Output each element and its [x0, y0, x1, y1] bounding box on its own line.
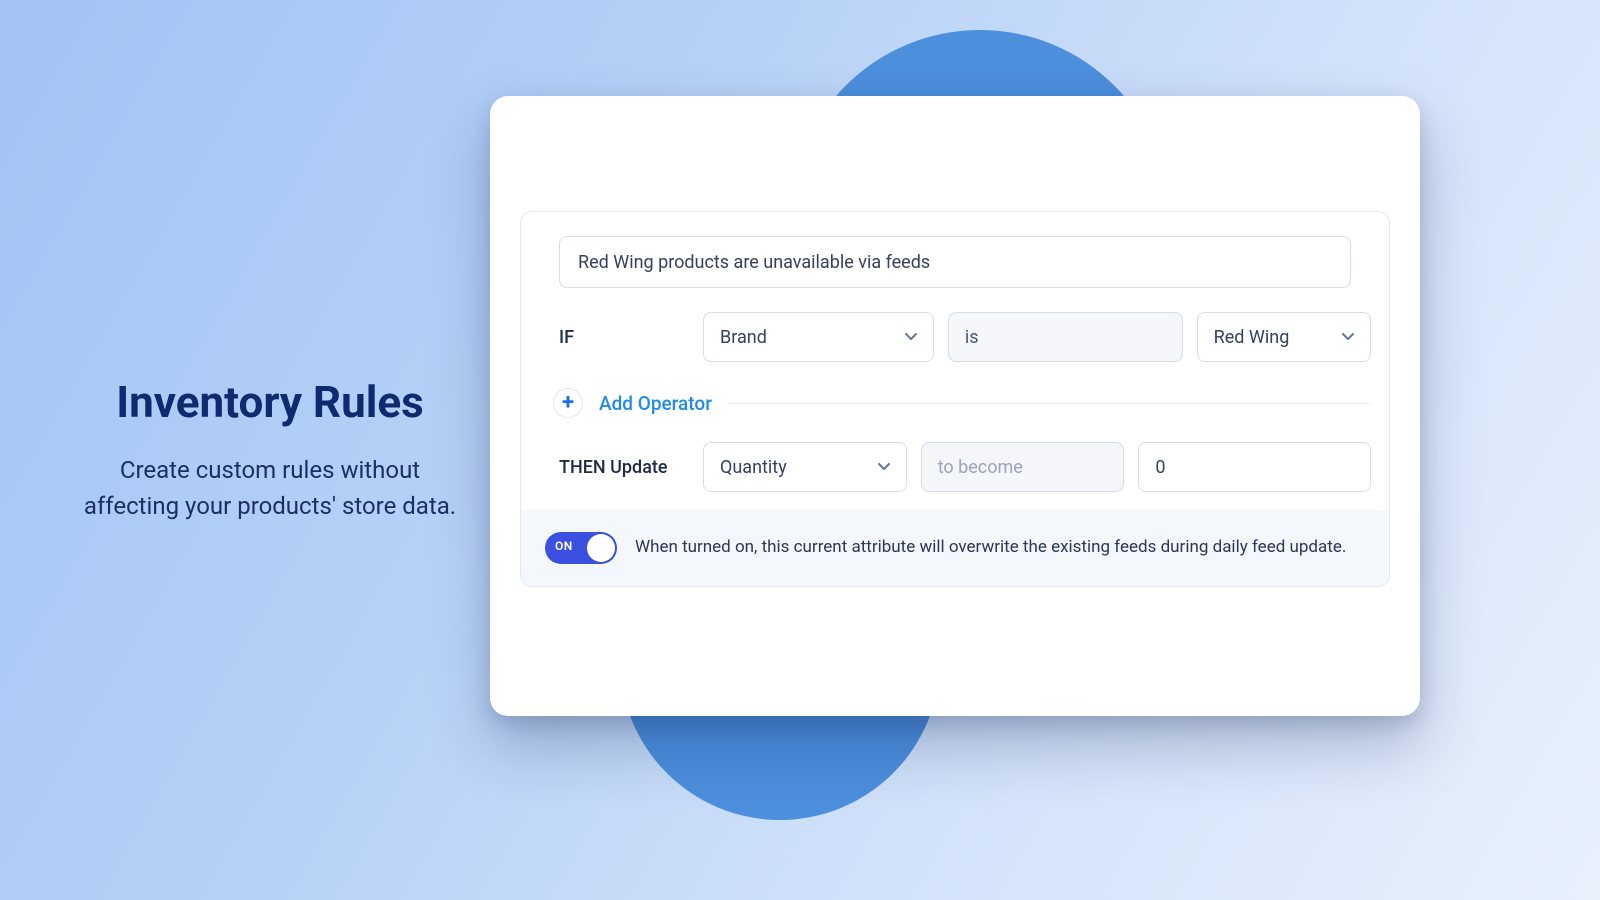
then-operator-placeholder: to become	[938, 457, 1023, 478]
chevron-down-icon	[1342, 330, 1354, 345]
then-operator-input[interactable]: to become	[921, 442, 1125, 492]
rule-editor-card: Red Wing products are unavailable via fe…	[490, 96, 1420, 716]
hero-copy: Inventory Rules Create custom rules with…	[70, 376, 470, 524]
then-label: THEN Update	[559, 457, 689, 478]
if-operator-select[interactable]: is	[948, 312, 1183, 362]
if-field-select[interactable]: Brand	[703, 312, 934, 362]
then-value-text: 0	[1155, 457, 1165, 478]
divider	[728, 403, 1371, 404]
hero-subtitle: Create custom rules without affecting yo…	[70, 452, 470, 524]
rule-name-input[interactable]: Red Wing products are unavailable via fe…	[559, 236, 1351, 288]
toggle-knob-icon	[587, 534, 615, 562]
if-value-text: Red Wing	[1214, 327, 1290, 348]
hero-title: Inventory Rules	[70, 376, 470, 428]
add-operator-button[interactable]: +	[553, 388, 583, 418]
if-operator-value: is	[965, 327, 979, 348]
if-value-select[interactable]: Red Wing	[1197, 312, 1371, 362]
plus-icon: +	[562, 392, 574, 414]
overwrite-toggle-description: When turned on, this current attribute w…	[635, 536, 1346, 560]
chevron-down-icon	[878, 460, 890, 475]
add-operator-label[interactable]: Add Operator	[599, 392, 712, 415]
rule-name-value: Red Wing products are unavailable via fe…	[578, 252, 930, 273]
overwrite-toggle-row: ON When turned on, this current attribut…	[521, 510, 1389, 586]
if-field-value: Brand	[720, 327, 767, 348]
then-value-input[interactable]: 0	[1138, 442, 1371, 492]
if-label: IF	[559, 327, 689, 348]
then-field-value: Quantity	[720, 457, 787, 478]
rule-panel: Red Wing products are unavailable via fe…	[520, 211, 1390, 587]
toggle-state-label: ON	[555, 539, 573, 553]
if-row: IF Brand is Red Wing	[539, 312, 1371, 362]
then-field-select[interactable]: Quantity	[703, 442, 907, 492]
then-row: THEN Update Quantity to become 0	[539, 442, 1371, 492]
add-operator-row: + Add Operator	[539, 380, 1371, 442]
overwrite-toggle[interactable]: ON	[545, 532, 617, 564]
chevron-down-icon	[905, 330, 917, 345]
